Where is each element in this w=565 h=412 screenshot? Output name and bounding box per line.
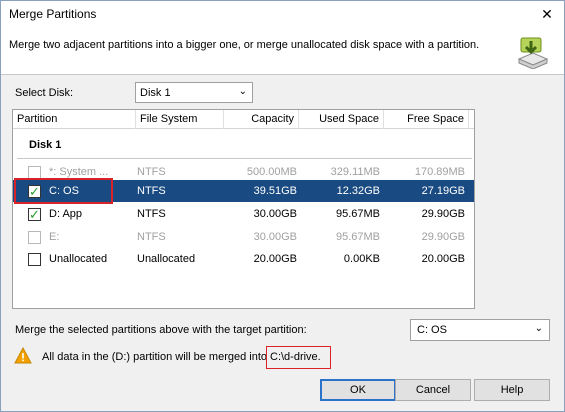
disk-group-title: Disk 1 (29, 139, 62, 151)
free-space: 20.00GB (421, 253, 465, 265)
merge-destination-highlight: C:\d-drive. (266, 346, 331, 369)
used-space: 95.67MB (335, 231, 380, 243)
used-space: 12.32GB (336, 185, 380, 197)
disk-select-value: Disk 1 (140, 87, 171, 99)
merge-partitions-dialog: Merge Partitions ✕ Merge two adjacent pa… (0, 0, 565, 412)
chevron-down-icon: ⌄ (534, 323, 543, 334)
column-header-used-space[interactable]: Used Space (299, 110, 384, 129)
disk-merge-icon (517, 37, 549, 69)
partition-name: E: (49, 231, 60, 243)
partition-checkbox[interactable]: ✓ (28, 207, 41, 222)
merge-destination-path: C:\d-drive. (270, 351, 321, 363)
chevron-down-icon: ⌄ (238, 86, 247, 97)
file-system: NTFS (137, 208, 166, 220)
partition-checkbox[interactable] (28, 231, 41, 244)
group-divider (17, 158, 472, 159)
used-space: 95.67MB (335, 208, 380, 220)
help-button[interactable]: Help (474, 379, 550, 401)
cancel-button[interactable]: Cancel (395, 379, 471, 401)
header-panel: Merge two adjacent partitions into a big… (1, 28, 564, 75)
column-header-capacity[interactable]: Capacity (224, 110, 299, 129)
free-space: 29.90GB (421, 231, 465, 243)
column-header-partition[interactable]: Partition (13, 110, 136, 129)
table-row[interactable]: ✓ C: OS NTFS 39.51GB 12.32GB 27.19GB (13, 180, 474, 202)
warning-icon (14, 347, 32, 364)
file-system: NTFS (137, 231, 166, 243)
partition-checkbox[interactable] (28, 166, 41, 179)
merge-target-label: Merge the selected partitions above with… (15, 324, 307, 336)
partition-name: D: App (49, 208, 83, 220)
file-system: NTFS (137, 185, 166, 197)
table-row[interactable]: Unallocated Unallocated 20.00GB 0.00KB 2… (13, 248, 474, 270)
capacity: 39.51GB (253, 185, 297, 197)
warning-message: All data in the (D:) partition will be m… (42, 351, 267, 363)
partition-name: C: OS (49, 185, 79, 197)
check-icon: ✓ (29, 184, 40, 199)
ok-button[interactable]: OK (320, 379, 396, 401)
table-row: E: NTFS 30.00GB 95.67MB 29.90GB (13, 226, 474, 248)
close-icon: ✕ (541, 5, 553, 22)
capacity: 30.00GB (253, 208, 297, 220)
target-partition-value: C: OS (417, 324, 447, 336)
check-icon: ✓ (29, 207, 40, 222)
window-title: Merge Partitions (9, 7, 97, 21)
title-bar: Merge Partitions ✕ (1, 1, 564, 28)
free-space: 29.90GB (421, 208, 465, 220)
free-space: 27.19GB (421, 185, 465, 197)
disk-select[interactable]: Disk 1 ⌄ (135, 82, 253, 103)
partition-table: Partition File System Capacity Used Spac… (12, 109, 475, 309)
capacity: 30.00GB (253, 231, 297, 243)
table-row[interactable]: ✓ D: App NTFS 30.00GB 95.67MB 29.90GB (13, 203, 474, 225)
partition-name: Unallocated (49, 253, 108, 265)
partition-checkbox[interactable] (28, 253, 41, 266)
target-partition-select[interactable]: C: OS ⌄ (410, 319, 550, 341)
file-system: Unallocated (137, 253, 196, 265)
close-button[interactable]: ✕ (534, 3, 560, 25)
select-disk-label: Select Disk: (15, 87, 74, 99)
capacity: 20.00GB (253, 253, 297, 265)
column-header-file-system[interactable]: File System (136, 110, 224, 129)
dialog-description: Merge two adjacent partitions into a big… (9, 39, 480, 51)
partition-checkbox[interactable]: ✓ (28, 184, 41, 199)
table-header: Partition File System Capacity Used Spac… (13, 110, 474, 129)
used-space: 0.00KB (343, 253, 380, 265)
column-header-free-space[interactable]: Free Space (384, 110, 469, 129)
